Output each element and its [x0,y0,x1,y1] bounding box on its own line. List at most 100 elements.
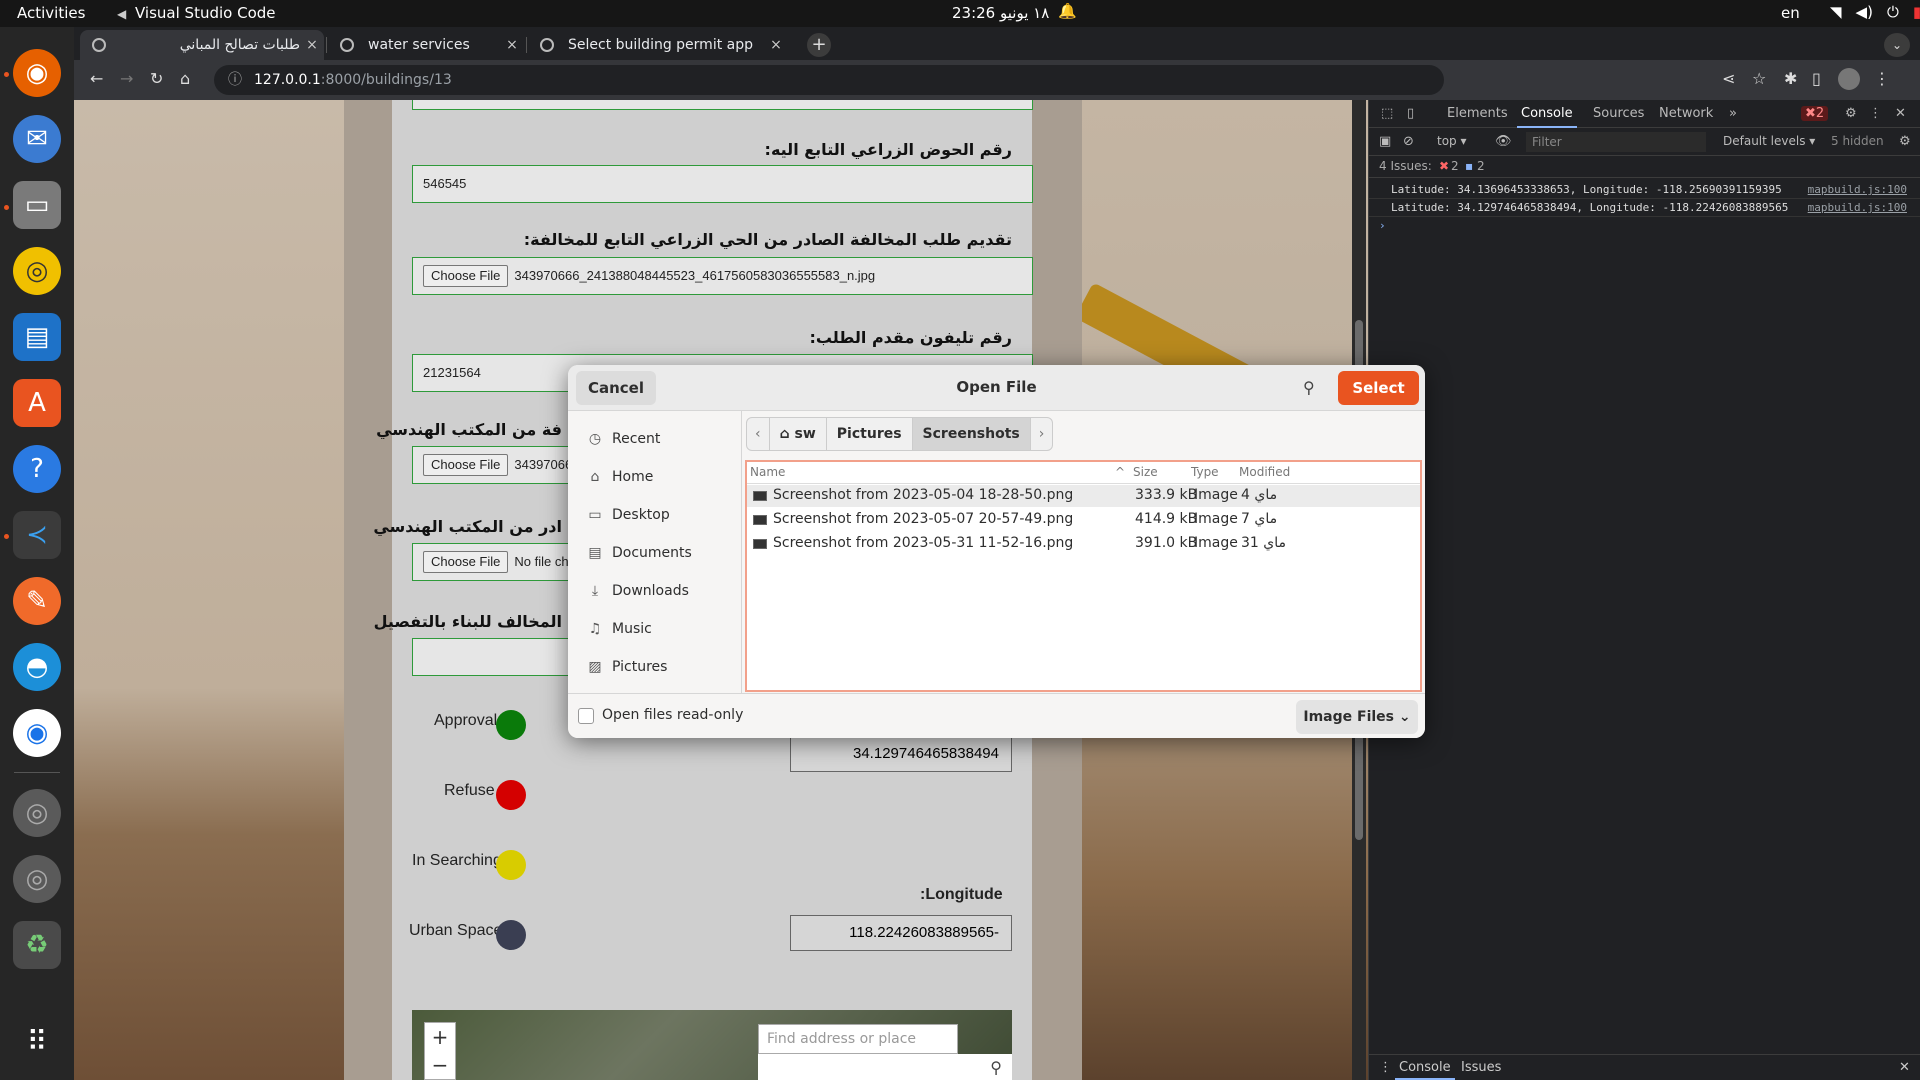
console-filter-input[interactable]: Filter [1526,132,1706,152]
search-icon[interactable]: ⚲ [990,1058,1002,1077]
violation-request-file[interactable]: Choose File 343970666_241388048445523_461… [412,257,1033,295]
place-home[interactable]: ⌂ Home [586,465,654,489]
choose-file-button[interactable]: Choose File [423,551,509,573]
devtools-tab-network[interactable]: Network [1659,106,1713,121]
choose-file-button[interactable]: Choose File [423,265,509,287]
error-count-badge[interactable]: ✖2 [1801,106,1829,121]
address-bar[interactable]: ⓘ 127.0.0.1:8000/buildings/13 [214,65,1444,95]
path-segment-screenshots[interactable]: Screenshots [912,418,1031,450]
chrome-icon[interactable]: ◉ [13,709,61,757]
tab-select-permit[interactable]: Select building permit app × [528,30,788,60]
tab-search-button[interactable]: ⌄ [1884,33,1910,57]
tab-water-services[interactable]: water services × [328,30,524,60]
live-expression-eye-icon[interactable]: 👁 [1495,134,1512,149]
map-zoom-control[interactable]: + − [424,1022,456,1080]
forward-icon[interactable]: → [120,69,133,88]
column-name[interactable]: Name [750,465,785,479]
reload-icon[interactable]: ↻ [150,69,163,88]
software-icon[interactable]: A [13,379,61,427]
vscode-dock-icon[interactable]: ≺ [13,511,61,559]
longitude-field[interactable]: 118.22426083889565- [790,915,1012,951]
bookmark-star-icon[interactable]: ☆ [1752,69,1766,88]
cancel-button[interactable]: Cancel [576,371,656,405]
disc-drive-icon[interactable]: ◎ [13,789,61,837]
system-tray[interactable]: ◥ ◀) ⏻ ▮ [1830,3,1920,21]
trash-icon[interactable]: ♻ [13,921,61,969]
close-drawer-icon[interactable]: ✕ [1899,1060,1910,1075]
activities-button[interactable]: Activities [17,4,85,22]
log-source-link[interactable]: mapbuild.js:100 [1808,199,1907,217]
log-source-link[interactable]: mapbuild.js:100 [1808,181,1907,199]
thunderbird-icon[interactable]: ✉ [13,115,61,163]
notification-bell-icon[interactable]: 🔔 [1058,2,1077,20]
back-icon[interactable]: ← [90,69,103,88]
choose-file-button[interactable]: Choose File [423,454,509,476]
device-toggle-icon[interactable]: ▯ [1407,106,1414,121]
drawer-tab-issues[interactable]: Issues [1461,1060,1501,1075]
side-panel-icon[interactable]: ▯ [1812,69,1821,88]
place-downloads[interactable]: ⤓ Downloads [586,579,689,603]
share-icon[interactable]: ⋖ [1722,69,1735,88]
place-music[interactable]: ♫ Music [586,617,652,641]
devtools-tab-elements[interactable]: Elements [1447,106,1508,121]
read-only-checkbox[interactable] [578,708,594,724]
path-segment-home[interactable]: ⌂ sw [770,418,827,450]
settings-gear-icon[interactable]: ⚙ [1845,106,1857,121]
map-view[interactable]: + − Find address or place ⚲ [412,1010,1012,1080]
writer-icon[interactable]: ▤ [13,313,61,361]
drawer-tab-console[interactable]: Console [1395,1060,1455,1080]
tab-buildings[interactable]: طلبات تصالح المباني × [80,30,324,60]
console-settings-icon[interactable]: ⚙ [1899,134,1911,149]
devtools-tab-console[interactable]: Console [1517,106,1577,128]
console-prompt[interactable]: › [1369,217,1920,235]
disc-drive-icon-2[interactable]: ◎ [13,855,61,903]
log-levels-dropdown[interactable]: Default levels ▾ [1723,134,1815,148]
column-type[interactable]: Type [1191,465,1219,479]
close-devtools-icon[interactable]: ✕ [1895,106,1906,121]
column-modified[interactable]: Modified [1239,465,1290,479]
keyboard-layout[interactable]: en [1781,4,1800,22]
file-row[interactable]: Screenshot from 2023-05-04 18-28-50.png … [747,485,1420,507]
new-tab-button[interactable]: + [807,33,831,57]
edge-icon[interactable]: ◓ [13,643,61,691]
files-icon[interactable]: ▭ [13,181,61,229]
help-icon[interactable]: ? [13,445,61,493]
context-selector[interactable]: top ▾ [1437,134,1467,148]
app-menu[interactable]: ◀ Visual Studio Code [117,4,276,22]
show-apps-icon[interactable]: ⠿ [13,1017,61,1065]
path-segment-pictures[interactable]: Pictures [827,418,913,450]
more-tabs-icon[interactable]: » [1729,106,1737,121]
map-search-input[interactable]: Find address or place [758,1024,958,1054]
tab-close-icon[interactable]: × [300,37,324,53]
latitude-field[interactable]: 34.129746465838494 [790,736,1012,772]
site-info-icon[interactable]: ⓘ [228,65,242,95]
tab-close-icon[interactable]: × [500,37,524,53]
place-recent[interactable]: ◷ Recent [586,427,661,451]
clear-console-icon[interactable]: ⊘ [1403,134,1414,149]
path-forward-icon[interactable]: › [1031,418,1053,450]
column-size[interactable]: Size [1133,465,1158,479]
zoom-in-button[interactable]: + [425,1023,455,1051]
devtools-menu-icon[interactable]: ⋮ [1869,106,1882,121]
prev-field-input[interactable] [412,100,1033,110]
issues-bar[interactable]: 4 Issues: ✖ 2 ▪ 2 [1369,156,1920,178]
place-pictures[interactable]: ▨ Pictures [586,655,667,679]
inkscape-icon[interactable]: ✎ [13,577,61,625]
place-documents[interactable]: ▤ Documents [586,541,691,565]
zoom-out-button[interactable]: − [425,1051,455,1079]
sidebar-toggle-icon[interactable]: ▣ [1379,134,1391,149]
path-back-icon[interactable]: ‹ [747,418,770,450]
menu-kebab-icon[interactable]: ⋮ [1874,69,1890,88]
profile-avatar[interactable] [1838,68,1860,90]
search-icon[interactable]: ⚲ [1303,378,1315,397]
rhythmbox-icon[interactable]: ◎ [13,247,61,295]
file-type-filter-dropdown[interactable]: Image Files ⌄ [1296,700,1418,734]
tab-close-icon[interactable]: × [764,37,788,53]
firefox-icon[interactable]: ◉ [13,49,61,97]
select-button[interactable]: Select [1338,371,1419,405]
file-row[interactable]: Screenshot from 2023-05-07 20-57-49.png … [747,509,1420,531]
sort-ascending-icon[interactable]: ^ [1115,465,1125,479]
extensions-icon[interactable]: ✱ [1784,69,1797,88]
devtools-tab-sources[interactable]: Sources [1593,106,1644,121]
inspect-icon[interactable]: ⬚ [1381,106,1393,121]
